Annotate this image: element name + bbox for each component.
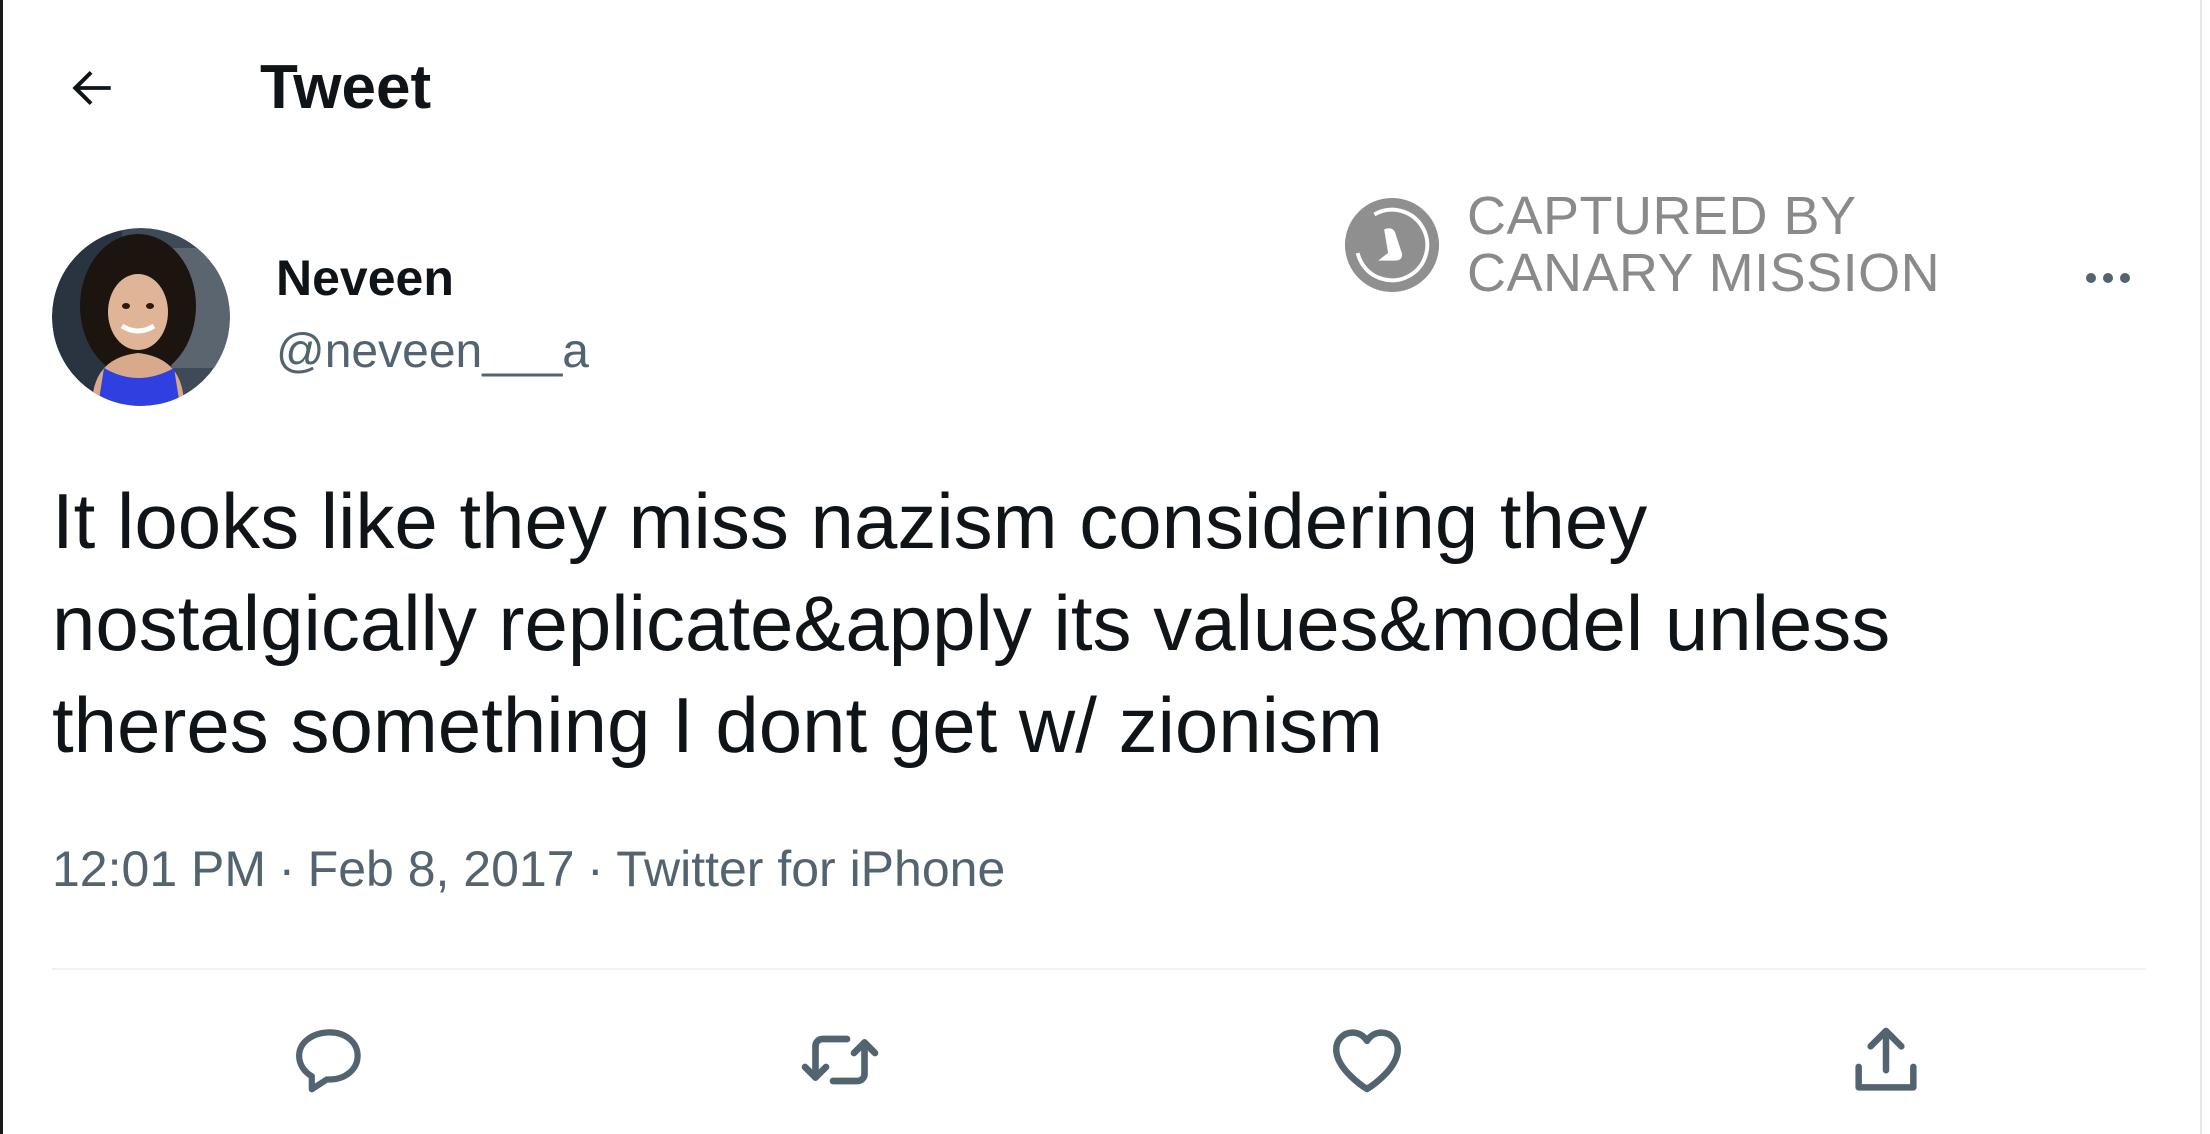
profile-photo xyxy=(52,228,230,406)
tweet-source[interactable]: Twitter for iPhone xyxy=(616,841,1005,897)
more-dot-icon xyxy=(2120,273,2130,283)
watermark: CAPTURED BY CANARY MISSION xyxy=(1343,188,1940,302)
share-icon xyxy=(1855,1027,1917,1091)
meta-separator: · xyxy=(587,841,604,897)
watermark-line-1: CAPTURED BY xyxy=(1467,186,1857,246)
author-name[interactable]: Neveen xyxy=(276,248,454,308)
retweet-icon xyxy=(801,1035,879,1085)
watermark-line-2: CANARY MISSION xyxy=(1467,243,1941,303)
reply-button[interactable] xyxy=(280,1010,380,1110)
more-dot-icon xyxy=(2086,273,2096,283)
more-dot-icon xyxy=(2103,273,2113,283)
tweet-header: Tweet xyxy=(0,0,2200,170)
reply-icon xyxy=(296,1029,361,1093)
tweet-metadata: 12:01 PM · Feb 8, 2017 · Twitter for iPhone xyxy=(52,838,1005,900)
like-button[interactable] xyxy=(1317,1010,1417,1110)
tweet-date[interactable]: Feb 8, 2017 xyxy=(308,841,575,897)
share-button[interactable] xyxy=(1836,1010,1936,1110)
more-options-button[interactable] xyxy=(2072,248,2144,308)
tweet-time[interactable]: 12:01 PM xyxy=(52,841,266,897)
heart-icon xyxy=(1333,1029,1401,1093)
watermark-text: CAPTURED BY CANARY MISSION xyxy=(1467,188,1940,302)
retweet-button[interactable] xyxy=(790,1010,890,1110)
arrow-left-icon xyxy=(72,70,111,106)
window-frame-right xyxy=(2200,0,2202,1134)
back-button[interactable] xyxy=(56,52,128,124)
avatar[interactable] xyxy=(52,228,230,406)
tweet-actions xyxy=(0,1010,2200,1110)
author-handle[interactable]: @neveen___a xyxy=(276,322,589,382)
window-frame-left xyxy=(0,0,3,1134)
page-title: Tweet xyxy=(260,53,432,122)
meta-separator: · xyxy=(278,841,296,897)
tweet-text: It looks like they miss nazism consideri… xyxy=(52,477,1891,769)
divider xyxy=(52,968,2146,970)
canary-bird-logo xyxy=(1344,197,1440,293)
